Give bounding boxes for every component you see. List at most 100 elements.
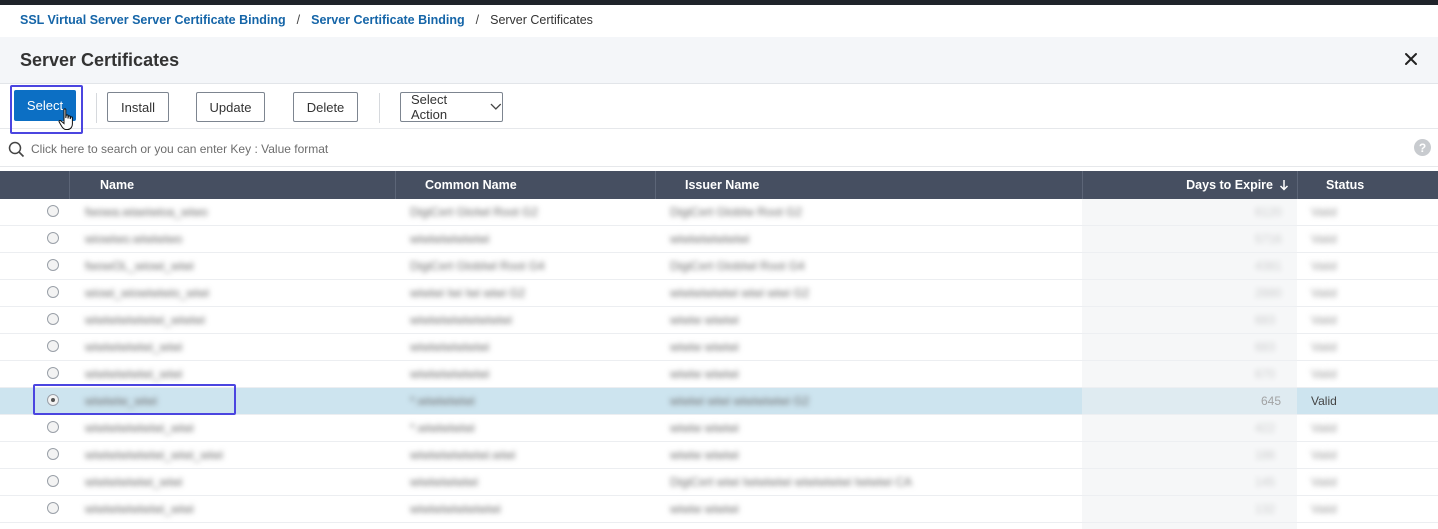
cell-name: wiwiwiwiwiwi_wiwi <box>85 340 183 354</box>
row-radio[interactable] <box>47 367 59 379</box>
table-header: Name Common Name Issuer Name Days to Exp… <box>0 171 1438 199</box>
breadcrumb: SSL Virtual Server Server Certificate Bi… <box>20 13 593 27</box>
header-select-column <box>0 171 69 199</box>
cell-name: wiowi_wiowiwiwio_wiwi <box>85 286 210 300</box>
cell-status: Vaiid <box>1311 367 1337 381</box>
cell-name: wiwiwiwiwiwiwi_wiwi <box>85 421 194 435</box>
cell-common-name: *.wiwiwiwiwi <box>410 394 475 408</box>
table-row[interactable]: wiowi_wiowiwiwio_wiwi wiwiwi Iwi Iwi wiw… <box>0 280 1438 307</box>
help-icon[interactable]: ? <box>1414 139 1431 156</box>
delete-button[interactable]: Delete <box>293 92 358 122</box>
cell-days: 683 <box>1255 340 1276 354</box>
cell-issuer-name: wiwiw wiwiwi <box>670 448 739 462</box>
row-radio[interactable] <box>47 259 59 271</box>
toolbar-divider <box>96 93 97 123</box>
table-row[interactable]: wiwiwiwiwiwi_wiwi wiwiwiwiwiwiwi wiwiw w… <box>0 334 1438 361</box>
row-radio[interactable] <box>47 313 59 325</box>
row-radio[interactable] <box>47 286 59 298</box>
cell-issuer-name: wiwiwiwiwiwiwi <box>670 232 750 246</box>
cell-issuer-name: wiwiwiwiwiwi wiwi wiwi G2 <box>670 286 810 300</box>
row-radio[interactable] <box>47 475 59 487</box>
page-header: Server Certificates <box>0 37 1438 84</box>
cell-name: wiowiwo.wiwiwiwo <box>85 232 183 246</box>
cell-status: Vaiid <box>1311 421 1337 435</box>
table-row[interactable]: fwowOL_wiowi_wiwi DigiCert GlobIwl Root … <box>0 253 1438 280</box>
cell-issuer-name: wiwiw wiwiwi <box>670 313 739 327</box>
header-issuer-name[interactable]: Issuer Name <box>655 171 1082 199</box>
cell-issuer-name: DigiCert GlobIw Root G2 <box>670 205 803 219</box>
cell-name: wiwiwiwiwiwi_wiwi <box>85 475 183 489</box>
toolbar-divider <box>379 93 380 123</box>
selected-row-highlight <box>33 384 236 415</box>
cell-name: wiwiwiwiwiwiwi_wiwi <box>85 502 194 516</box>
table-row[interactable]: fwowa.wiaeiwioa_wiwo DigiCert GloIwl Roo… <box>0 199 1438 226</box>
cell-common-name: wiwiwiwiwiwi <box>410 475 478 489</box>
breadcrumb-current: Server Certificates <box>490 13 593 27</box>
header-name[interactable]: Name <box>69 171 395 199</box>
select-action-label: Select Action <box>411 92 448 122</box>
cell-name: fwowa.wiaeiwioa_wiwo <box>85 205 208 219</box>
cell-status: Vaiid <box>1311 475 1337 489</box>
row-radio[interactable] <box>47 205 59 217</box>
cell-days: 145 <box>1255 475 1276 489</box>
cell-days: 4381 <box>1255 259 1282 273</box>
header-common-name[interactable]: Common Name <box>395 171 655 199</box>
table-row[interactable]: wiwiwiwiwiwiwi_wiwi wiwiwiwiwiwiwiwi wiw… <box>0 496 1438 523</box>
chevron-down-icon <box>490 103 502 110</box>
table-row[interactable]: wiwiwiwiwiwi_wiwi wiwiwiwiwiwi DigiCert … <box>0 469 1438 496</box>
cell-issuer-name: wiwiw wiwiwi <box>670 367 739 381</box>
cell-status: Vaiid <box>1311 205 1337 219</box>
cell-days: 6120 <box>1255 205 1282 219</box>
cell-issuer-name: DigiCert wiwi Iwiwiwiwi wiwiwiwiwi Iwiwi… <box>670 475 912 489</box>
row-radio[interactable] <box>47 340 59 352</box>
cell-status: Valid <box>1311 394 1337 408</box>
breadcrumb-link-server-certificate-binding[interactable]: Server Certificate Binding <box>311 13 465 27</box>
close-icon[interactable] <box>1402 50 1420 68</box>
cell-issuer-name: wiwiwi wiwi wiwiwiwiwi G2 <box>670 394 810 408</box>
page-title: Server Certificates <box>20 50 180 70</box>
cell-days: 132 <box>1255 502 1276 516</box>
table-row[interactable]: wiowiwo.wiwiwiwo wiwiwiwiwiwiwi wiwiwiwi… <box>0 226 1438 253</box>
search-bar <box>0 130 1438 167</box>
row-radio[interactable] <box>47 421 59 433</box>
cell-status: Vaiid <box>1311 313 1337 327</box>
cell-days: 645 <box>1261 394 1282 408</box>
cell-status: Vaiid <box>1311 232 1337 246</box>
cell-common-name: wiwiwiwiwiwiwi <box>410 367 490 381</box>
search-input[interactable] <box>31 140 1231 158</box>
cell-common-name: wiwiwiwiwiwiwiwi <box>410 502 501 516</box>
cell-issuer-name: wiwiw wiwiwi <box>670 340 739 354</box>
header-days-to-expire[interactable]: Days to Expire <box>1082 171 1297 199</box>
cell-days: 2880 <box>1255 286 1282 300</box>
row-radio[interactable] <box>47 502 59 514</box>
cell-name: fwowOL_wiowi_wiwi <box>85 259 194 273</box>
cell-common-name: wiwiwi Iwi Iwi wiwi G2 <box>410 286 526 300</box>
breadcrumb-separator: / <box>296 13 301 27</box>
cell-status: Vaiid <box>1311 448 1337 462</box>
table-row[interactable]: wiwiwiwiwiwiwi_wiwiwi wiwiwiwiwiwiwiwiwi… <box>0 307 1438 334</box>
row-radio[interactable] <box>47 448 59 460</box>
cell-common-name: wiwiwiwiwiwiwi <box>410 232 490 246</box>
toolbar: Select Install Update Delete Select Acti… <box>0 85 1438 134</box>
hand-cursor-icon <box>58 108 73 130</box>
table-row[interactable]: wiwiwiwiwiwiwi_wiwi_wiwi wiwiwiwiwiwiwi.… <box>0 442 1438 469</box>
breadcrumb-link-ssl-virtual-server[interactable]: SSL Virtual Server Server Certificate Bi… <box>20 13 286 27</box>
select-action-dropdown[interactable]: Select Action <box>400 92 503 122</box>
top-bar <box>0 0 1438 5</box>
cell-status: Vaiid <box>1311 340 1337 354</box>
cell-name: wiwiwiwiwiwiwi_wiwiwi <box>85 313 205 327</box>
cell-common-name: wiwiwiwiwiwiwi <box>410 340 490 354</box>
cell-days: 5716 <box>1255 232 1282 246</box>
breadcrumb-separator: / <box>475 13 480 27</box>
install-button[interactable]: Install <box>107 92 169 122</box>
cell-common-name: DigiCert GlobIwl Root G4 <box>410 259 545 273</box>
cell-days: 683 <box>1255 313 1276 327</box>
table-row[interactable]: wiwiwiwiwiwiwi_wiwi *.wiwiwiwiwi wiwiw w… <box>0 415 1438 442</box>
cell-issuer-name: wiwiw wiwiwi <box>670 421 739 435</box>
cell-days: 670 <box>1255 367 1276 381</box>
header-status[interactable]: Status <box>1297 171 1438 199</box>
row-radio[interactable] <box>47 232 59 244</box>
cell-days: 186 <box>1255 448 1276 462</box>
header-days-to-expire-label: Days to Expire <box>1186 178 1273 192</box>
update-button[interactable]: Update <box>196 92 265 122</box>
